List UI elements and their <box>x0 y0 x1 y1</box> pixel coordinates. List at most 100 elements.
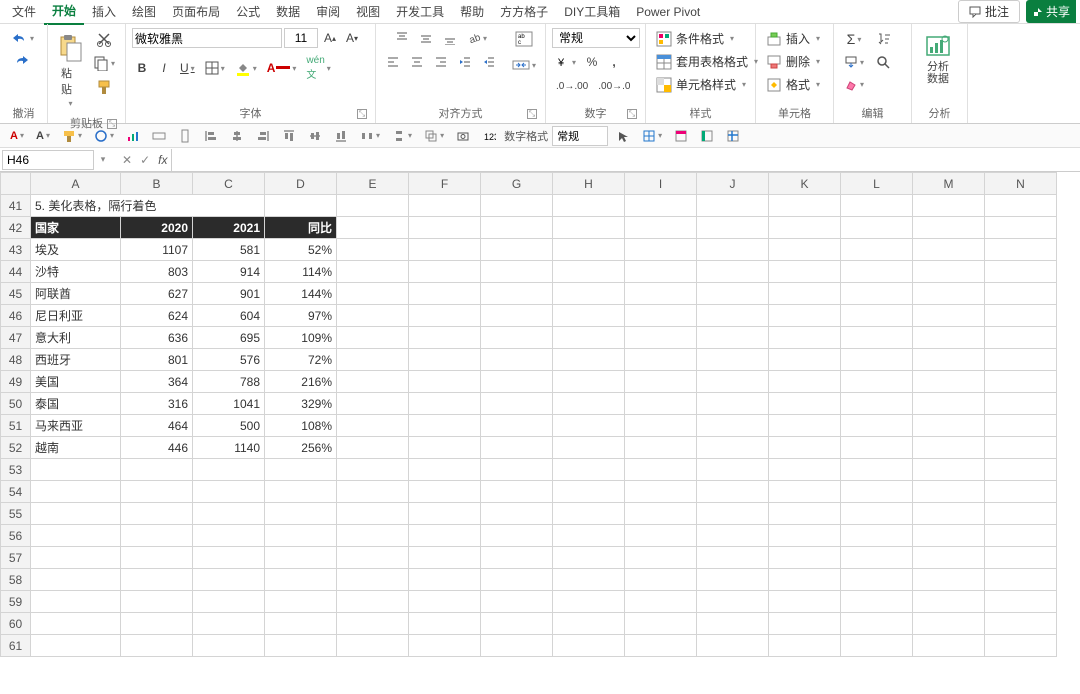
select-all-corner[interactable] <box>1 173 31 195</box>
cell[interactable] <box>337 261 409 283</box>
cell[interactable] <box>337 239 409 261</box>
cell[interactable] <box>121 569 193 591</box>
qat-align1[interactable] <box>200 126 222 146</box>
cell[interactable] <box>841 415 913 437</box>
cell[interactable] <box>985 525 1057 547</box>
cell[interactable] <box>985 283 1057 305</box>
cell[interactable] <box>481 569 553 591</box>
cell[interactable] <box>841 305 913 327</box>
cell[interactable] <box>481 459 553 481</box>
cell[interactable] <box>337 613 409 635</box>
qat-font-color[interactable]: A <box>6 126 28 146</box>
cell[interactable] <box>337 569 409 591</box>
cell[interactable] <box>553 459 625 481</box>
col-header-L[interactable]: L <box>841 173 913 195</box>
cell[interactable] <box>409 239 481 261</box>
increase-font-button[interactable]: A▴ <box>320 28 340 48</box>
cell[interactable] <box>553 349 625 371</box>
cell[interactable] <box>553 217 625 239</box>
cell[interactable] <box>913 591 985 613</box>
orientation-button[interactable]: ab <box>463 28 491 48</box>
row-header[interactable]: 54 <box>1 481 31 503</box>
cell[interactable]: 901 <box>193 283 265 305</box>
cell[interactable] <box>31 525 121 547</box>
cell[interactable] <box>985 393 1057 415</box>
cell[interactable]: 72% <box>265 349 337 371</box>
cell[interactable] <box>913 569 985 591</box>
cell[interactable] <box>769 371 841 393</box>
cell[interactable] <box>769 481 841 503</box>
cell[interactable] <box>409 525 481 547</box>
cell[interactable] <box>769 415 841 437</box>
align-top-button[interactable] <box>391 28 413 48</box>
cell[interactable]: 埃及 <box>31 239 121 261</box>
number-dialog-icon[interactable]: ⤡ <box>627 109 637 119</box>
delete-cells-button[interactable]: 删除 <box>762 51 824 72</box>
cell[interactable] <box>841 217 913 239</box>
clipboard-dialog-icon[interactable]: ⤡ <box>107 119 117 129</box>
cell[interactable]: 阿联酋 <box>31 283 121 305</box>
cell[interactable]: 464 <box>121 415 193 437</box>
cell[interactable] <box>265 459 337 481</box>
cell[interactable]: 256% <box>265 437 337 459</box>
cell[interactable] <box>481 503 553 525</box>
phonetic-button[interactable]: wén文 <box>302 52 334 84</box>
cell[interactable] <box>985 217 1057 239</box>
cell[interactable] <box>769 393 841 415</box>
cell[interactable] <box>697 437 769 459</box>
cell[interactable] <box>409 569 481 591</box>
cell[interactable] <box>625 349 697 371</box>
cell[interactable] <box>625 195 697 217</box>
cell[interactable] <box>625 371 697 393</box>
cell[interactable] <box>769 613 841 635</box>
cell[interactable] <box>409 305 481 327</box>
cell-header[interactable]: 2020 <box>121 217 193 239</box>
cell[interactable] <box>985 327 1057 349</box>
tab-开始[interactable]: 开始 <box>44 0 84 25</box>
cell[interactable] <box>337 437 409 459</box>
cell[interactable] <box>625 613 697 635</box>
increase-decimal-button[interactable]: .0→.00 <box>552 76 592 96</box>
col-header-N[interactable]: N <box>985 173 1057 195</box>
cell[interactable] <box>913 613 985 635</box>
cell[interactable]: 意大利 <box>31 327 121 349</box>
align-center-button[interactable] <box>406 52 428 72</box>
col-header-A[interactable]: A <box>31 173 121 195</box>
cell[interactable]: 788 <box>193 371 265 393</box>
cell[interactable] <box>769 261 841 283</box>
cell[interactable] <box>625 569 697 591</box>
row-header[interactable]: 60 <box>1 613 31 635</box>
cell[interactable] <box>409 547 481 569</box>
qat-align2[interactable] <box>226 126 248 146</box>
cell[interactable] <box>481 349 553 371</box>
cell[interactable] <box>697 503 769 525</box>
fill-button[interactable] <box>840 52 868 72</box>
cell[interactable] <box>337 503 409 525</box>
cell[interactable] <box>409 437 481 459</box>
conditional-format-button[interactable]: 条件格式 <box>652 28 738 49</box>
cell[interactable] <box>913 415 985 437</box>
cell[interactable] <box>697 371 769 393</box>
cell[interactable] <box>913 437 985 459</box>
cell[interactable] <box>841 525 913 547</box>
cell[interactable] <box>553 305 625 327</box>
cell[interactable] <box>121 503 193 525</box>
cell[interactable] <box>625 217 697 239</box>
underline-button[interactable]: U <box>176 58 199 78</box>
share-button[interactable]: 共享 <box>1026 0 1076 23</box>
cell[interactable] <box>553 525 625 547</box>
cell[interactable] <box>913 239 985 261</box>
cell[interactable] <box>841 283 913 305</box>
cell[interactable] <box>337 283 409 305</box>
cell[interactable] <box>625 547 697 569</box>
cell[interactable]: 114% <box>265 261 337 283</box>
cell[interactable] <box>337 591 409 613</box>
cell[interactable] <box>337 415 409 437</box>
sort-filter-button[interactable] <box>872 28 896 50</box>
cell[interactable] <box>985 481 1057 503</box>
format-cells-button[interactable]: 格式 <box>762 74 824 95</box>
cell[interactable] <box>31 635 121 657</box>
cell[interactable]: 144% <box>265 283 337 305</box>
font-color-button[interactable]: A <box>263 58 301 78</box>
cell[interactable] <box>913 547 985 569</box>
